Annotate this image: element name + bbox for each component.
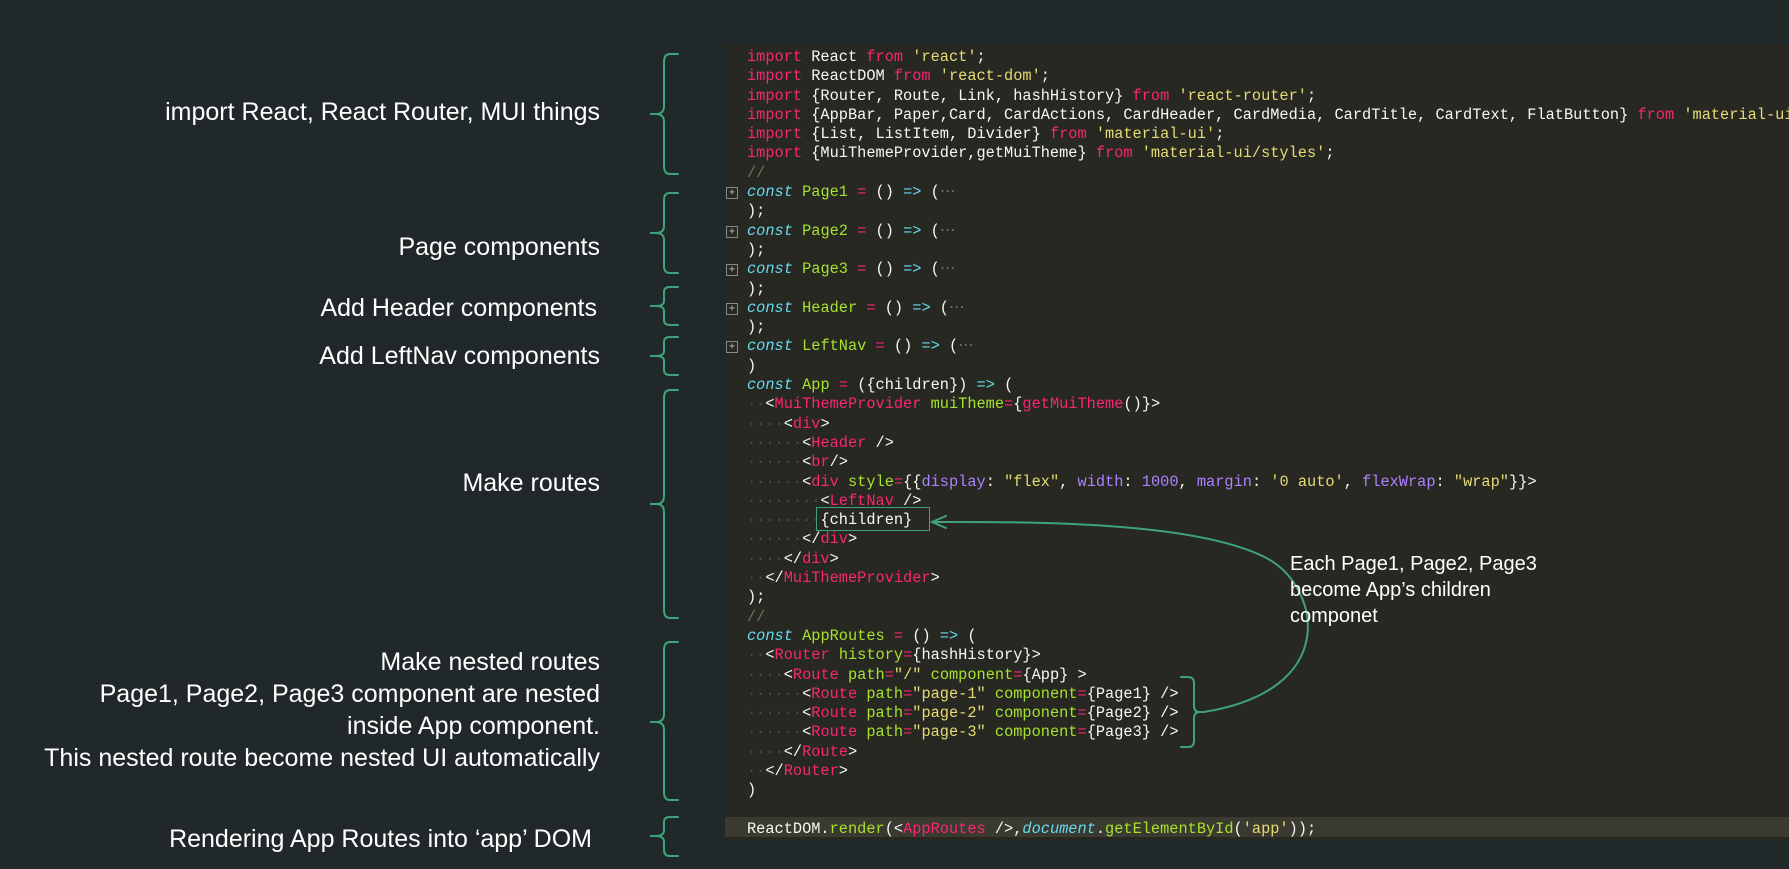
- bracket-overlay: [650, 53, 1309, 857]
- brace-render: [650, 816, 679, 857]
- children-note-line-1: Each Page1, Page2, Page3: [1290, 553, 1537, 575]
- brace-pages: [650, 192, 679, 274]
- brace-imports: [650, 53, 679, 175]
- arrow-to-children: [931, 520, 1309, 713]
- brace-leftnav: [650, 336, 679, 376]
- children-note-line-3: componet: [1290, 605, 1378, 627]
- brace-nested: [650, 641, 679, 801]
- brace-route-children: [1180, 676, 1204, 748]
- children-note-line-2: become App’s children: [1290, 579, 1491, 601]
- brace-header: [650, 286, 679, 326]
- children-note: Each Page1, Page2, Page3 become App’s ch…: [1290, 551, 1550, 629]
- brace-routes: [650, 389, 679, 619]
